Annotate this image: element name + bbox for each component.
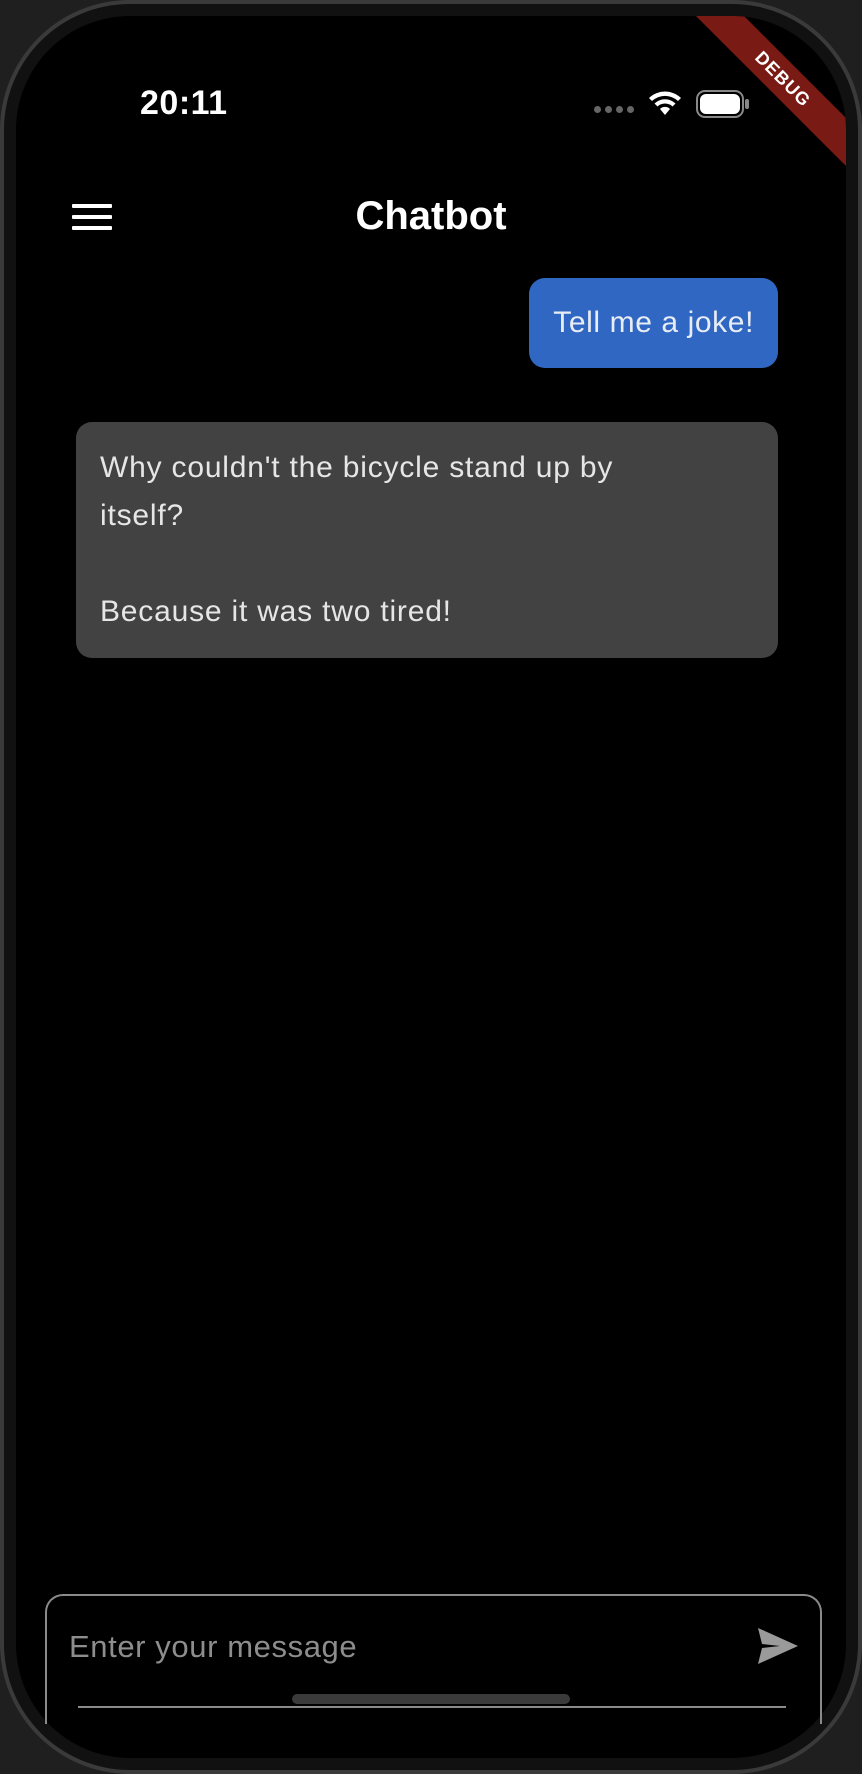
app-bar: Chatbot xyxy=(16,166,846,276)
message-input[interactable] xyxy=(67,1624,691,1670)
status-icons xyxy=(594,90,750,118)
battery-icon xyxy=(696,90,749,118)
message-composer xyxy=(45,1594,822,1724)
phone-bezel: 20:11 DEBUG Chatbot Tell me a joke! Why … xyxy=(4,4,858,1770)
bot-message-bubble: Why couldn't the bicycle stand up by its… xyxy=(76,422,778,658)
send-icon[interactable] xyxy=(754,1622,802,1670)
page-title: Chatbot xyxy=(355,194,507,238)
status-time: 20:11 xyxy=(140,84,228,122)
cellular-signal-icon xyxy=(594,105,634,113)
app-screen: 20:11 DEBUG Chatbot Tell me a joke! Why … xyxy=(16,16,846,1758)
user-message-bubble: Tell me a joke! xyxy=(529,278,778,368)
phone-frame: 20:11 DEBUG Chatbot Tell me a joke! Why … xyxy=(0,0,862,1774)
status-bar: 20:11 DEBUG xyxy=(16,16,846,173)
home-indicator xyxy=(292,1694,570,1704)
input-underline xyxy=(78,1706,786,1708)
wifi-icon xyxy=(649,91,681,115)
